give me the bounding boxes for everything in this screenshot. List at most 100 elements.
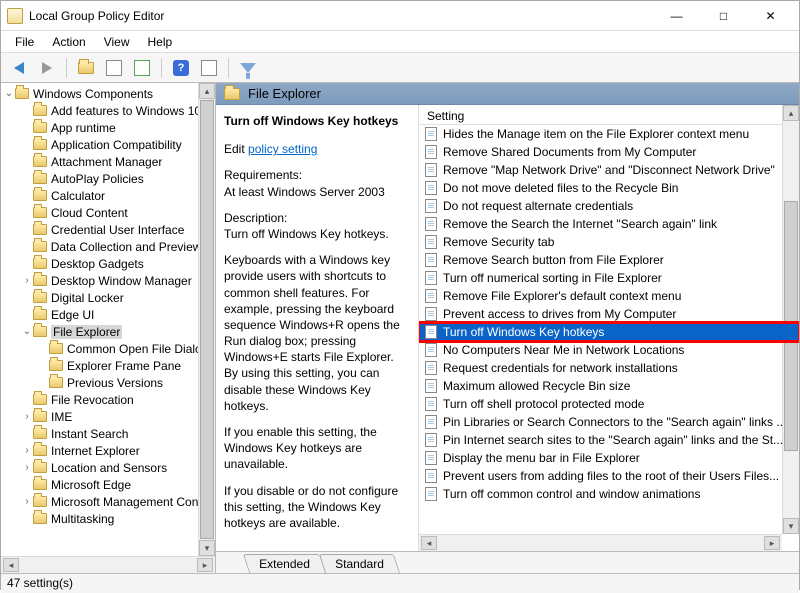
tree-item[interactable]: ›Location and Sensors [1,459,215,476]
tree-item[interactable]: AutoPlay Policies [1,170,215,187]
tree-item[interactable]: Cloud Content [1,204,215,221]
folder-icon [33,258,47,269]
up-button[interactable] [74,56,98,80]
vertical-scrollbar[interactable]: ▴ ▾ [782,105,799,534]
settings-column-header[interactable]: Setting [419,105,799,125]
tree-root[interactable]: ⌄ Windows Components [1,85,215,102]
expand-icon[interactable]: › [21,275,33,287]
back-button[interactable] [7,56,31,80]
scroll-thumb[interactable] [200,100,214,539]
tree-item[interactable]: Microsoft Edge [1,476,215,493]
tree-item[interactable]: Application Compatibility [1,136,215,153]
setting-row[interactable]: Turn off common control and window anima… [419,485,799,503]
setting-row[interactable]: Remove Security tab [419,233,799,251]
setting-row[interactable]: Hides the Manage item on the File Explor… [419,125,799,143]
tree-item[interactable]: ⌄File Explorer [1,323,215,340]
tree-item[interactable]: File Revocation [1,391,215,408]
setting-row[interactable]: Turn off shell protocol protected mode [419,395,799,413]
filter-button[interactable] [236,56,260,80]
expand-placeholder [21,513,33,525]
setting-row[interactable]: Turn off Windows Key hotkeys [419,323,799,341]
edit-prefix: Edit [224,142,248,156]
tree-scroll[interactable]: ⌄ Windows Components Add features to Win… [1,83,215,556]
setting-row[interactable]: Maximum allowed Recycle Bin size [419,377,799,395]
tree-item[interactable]: Instant Search [1,425,215,442]
setting-row[interactable]: Display the menu bar in File Explorer [419,449,799,467]
tree-item[interactable]: Previous Versions [1,374,215,391]
setting-row[interactable]: Pin Libraries or Search Connectors to th… [419,413,799,431]
menu-view[interactable]: View [96,33,138,51]
tree-item[interactable]: ›Microsoft Management Consol [1,493,215,510]
maximize-button[interactable]: □ [701,2,746,30]
tabs-row: Extended Standard [216,551,799,573]
tree-item[interactable]: ›IME [1,408,215,425]
scroll-left-button[interactable]: ◂ [421,536,437,550]
tree-item[interactable]: Desktop Gadgets [1,255,215,272]
scroll-right-button[interactable]: ▸ [197,558,213,572]
tab-standard[interactable]: Standard [319,554,400,573]
setting-row[interactable]: Prevent users from adding files to the r… [419,467,799,485]
tree-item[interactable]: Calculator [1,187,215,204]
menu-file[interactable]: File [7,33,42,51]
menu-action[interactable]: Action [44,33,93,51]
properties-button[interactable] [197,56,221,80]
show-hide-panel-button[interactable] [102,56,126,80]
setting-row[interactable]: Request credentials for network installa… [419,359,799,377]
tree-item[interactable]: Digital Locker [1,289,215,306]
tree-item[interactable]: Edge UI [1,306,215,323]
expand-icon[interactable]: ⌄ [3,88,15,100]
expand-icon[interactable]: › [21,462,33,474]
folder-icon [33,156,47,167]
tab-extended[interactable]: Extended [243,554,326,573]
minimize-button[interactable]: ― [654,2,699,30]
scroll-up-button[interactable]: ▴ [783,105,799,121]
export-button[interactable] [130,56,154,80]
setting-row[interactable]: Remove Search button from File Explorer [419,251,799,269]
setting-row[interactable]: No Computers Near Me in Network Location… [419,341,799,359]
tree-item-label: Application Compatibility [51,138,182,152]
settings-list[interactable]: Hides the Manage item on the File Explor… [419,125,799,551]
close-button[interactable]: ✕ [748,2,793,30]
horizontal-scrollbar[interactable]: ◂ ▸ [419,534,782,551]
forward-button[interactable] [35,56,59,80]
setting-row[interactable]: Prevent access to drives from My Compute… [419,305,799,323]
setting-row[interactable]: Do not move deleted files to the Recycle… [419,179,799,197]
edit-policy-link[interactable]: policy setting [248,142,317,156]
policy-icon [425,199,437,213]
description-para3: If you disable or do not configure this … [224,483,410,532]
scroll-down-button[interactable]: ▾ [199,540,215,556]
setting-row[interactable]: Do not request alternate credentials [419,197,799,215]
setting-row[interactable]: Pin Internet search sites to the "Search… [419,431,799,449]
setting-row[interactable]: Remove File Explorer's default context m… [419,287,799,305]
setting-row[interactable]: Remove "Map Network Drive" and "Disconne… [419,161,799,179]
expand-icon[interactable]: › [21,445,33,457]
tree-item[interactable]: Multitasking [1,510,215,527]
expand-placeholder [37,343,49,355]
tree-item[interactable]: Explorer Frame Pane [1,357,215,374]
horizontal-scrollbar[interactable]: ◂ ▸ [1,556,215,573]
setting-row[interactable]: Turn off numerical sorting in File Explo… [419,269,799,287]
tree-item[interactable]: Attachment Manager [1,153,215,170]
scroll-down-button[interactable]: ▾ [783,518,799,534]
tree-item[interactable]: ›Desktop Window Manager [1,272,215,289]
folder-icon [33,122,47,133]
expand-icon[interactable]: › [21,496,33,508]
scroll-left-button[interactable]: ◂ [3,558,19,572]
requirements-label: Requirements: [224,168,302,182]
expand-icon[interactable]: › [21,411,33,423]
scroll-right-button[interactable]: ▸ [764,536,780,550]
detail-pane: File Explorer Turn off Windows Key hotke… [216,83,799,573]
setting-row[interactable]: Remove the Search the Internet "Search a… [419,215,799,233]
tree-item[interactable]: Credential User Interface [1,221,215,238]
menu-help[interactable]: Help [140,33,181,51]
help-button[interactable]: ? [169,56,193,80]
expand-icon[interactable]: ⌄ [21,326,33,338]
setting-row[interactable]: Remove Shared Documents from My Computer [419,143,799,161]
tree-item[interactable]: Data Collection and Preview Bu [1,238,215,255]
scroll-up-button[interactable]: ▴ [199,83,215,99]
tree-item[interactable]: Add features to Windows 10 [1,102,215,119]
tree-item[interactable]: Common Open File Dialog [1,340,215,357]
tree-item[interactable]: ›Internet Explorer [1,442,215,459]
tree-item[interactable]: App runtime [1,119,215,136]
vertical-scrollbar[interactable]: ▴ ▾ [198,83,215,556]
